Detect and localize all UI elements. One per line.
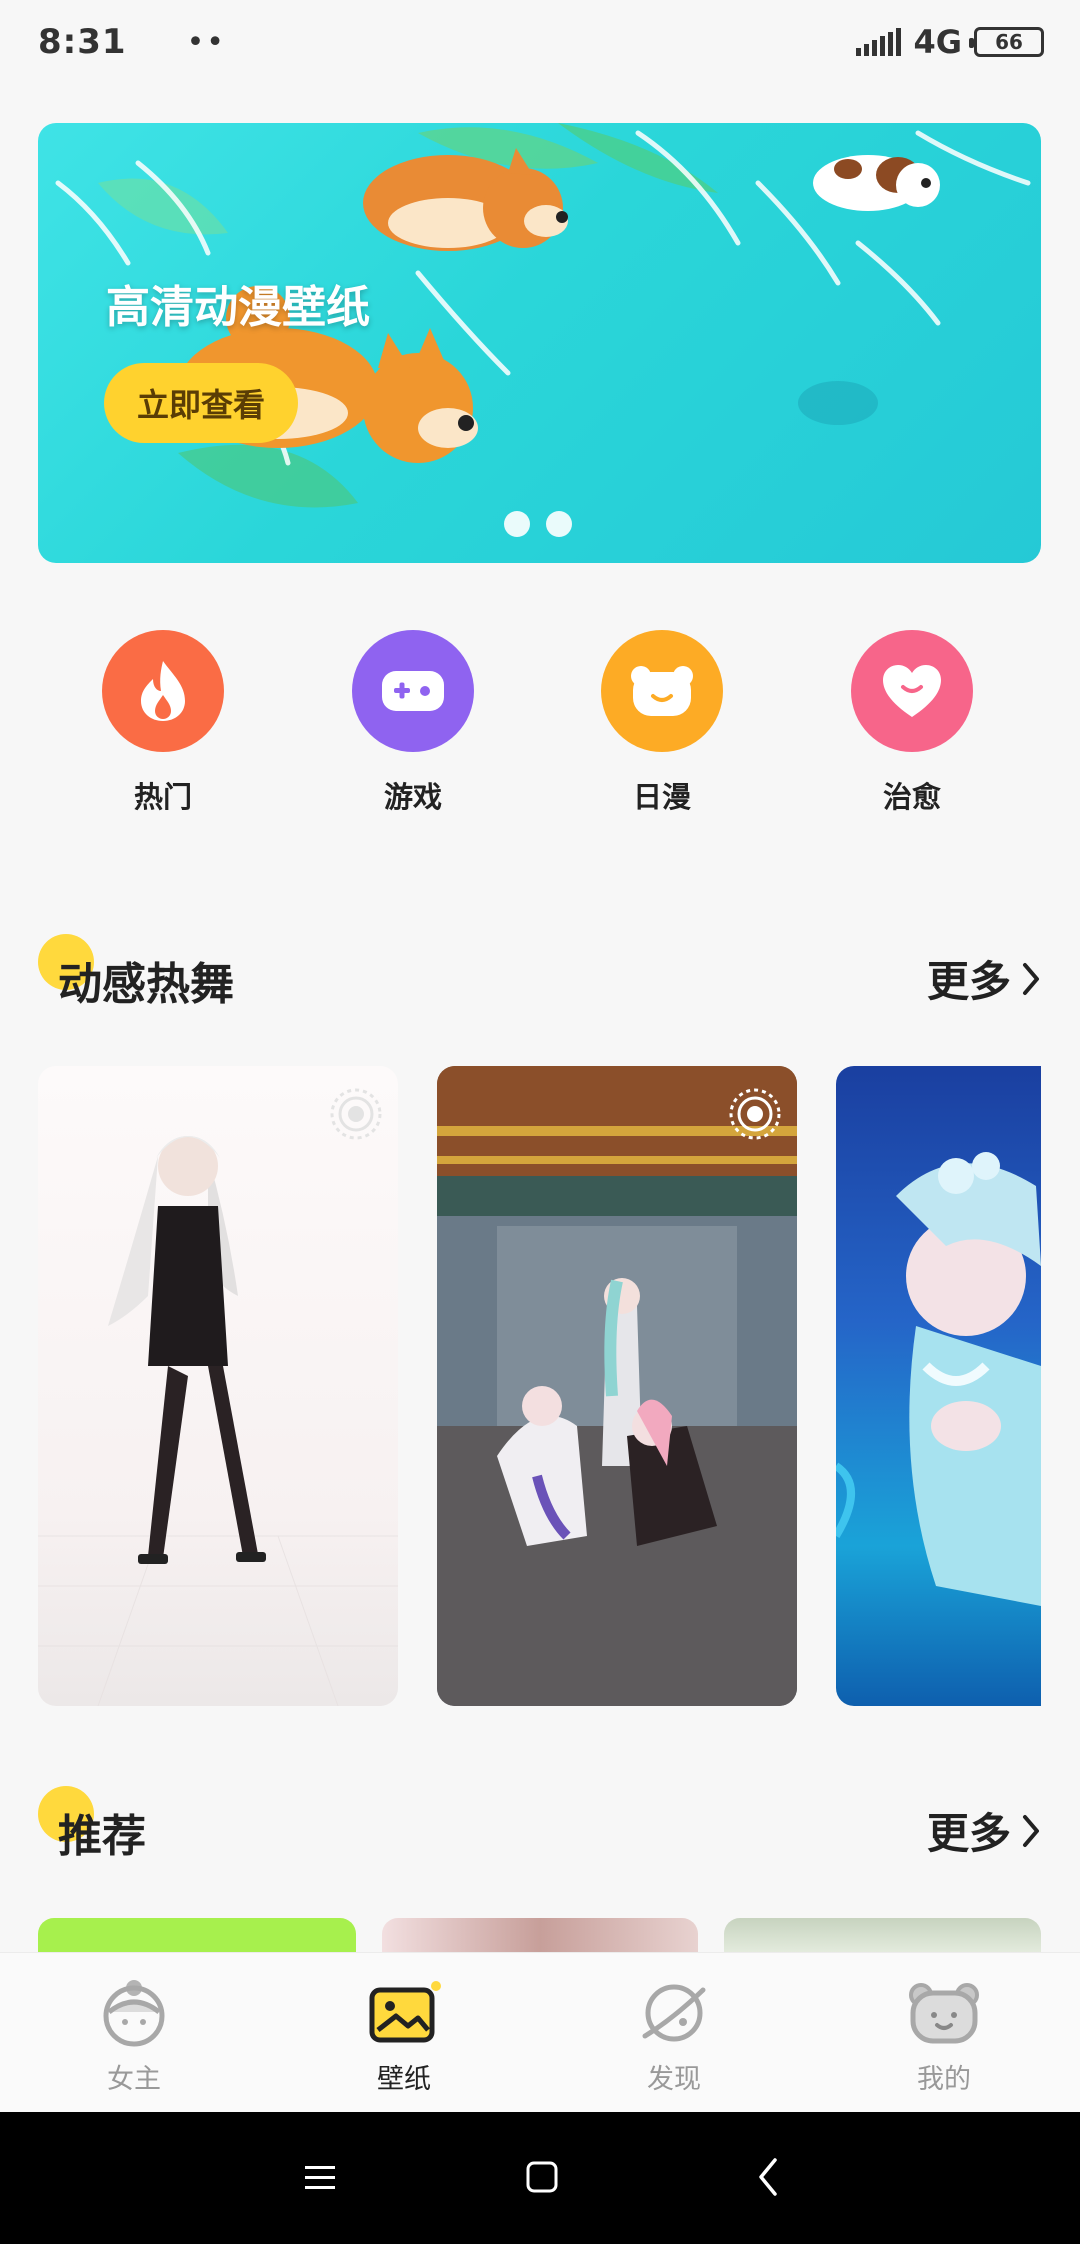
girl-face-icon	[44, 1975, 224, 2051]
section-title: 推荐	[58, 1811, 146, 1862]
recommend-more-button[interactable]: 更多	[927, 1800, 1041, 1861]
gamepad-icon	[352, 630, 474, 752]
tab-wallpaper[interactable]: 壁纸	[314, 1975, 494, 2096]
battery-icon: 66	[969, 27, 1044, 57]
tab-mine[interactable]: 我的	[854, 1975, 1034, 2096]
dance-card-image	[437, 1066, 797, 1706]
network-type: 4G	[913, 23, 962, 61]
view-now-button[interactable]: 立即查看	[104, 363, 298, 443]
bottom-tab-bar: 女主 壁纸 发现 我的	[0, 1952, 1080, 2112]
notification-dots: ••	[186, 24, 226, 60]
category-games[interactable]: 游戏	[323, 630, 503, 816]
home-icon[interactable]	[525, 2152, 559, 2202]
promo-banner[interactable]: 高清动漫壁纸 立即查看	[38, 123, 1041, 563]
category-anime[interactable]: 日漫	[572, 630, 752, 816]
battery-level: 66	[995, 30, 1023, 54]
more-label: 更多	[926, 957, 1011, 1006]
tab-label: 壁纸	[377, 2064, 431, 2095]
more-label: 更多	[926, 1809, 1011, 1858]
pagination-dot[interactable]	[504, 511, 530, 537]
status-right: 4G 66	[856, 23, 1044, 61]
bear-icon	[601, 630, 723, 752]
category-hot[interactable]: 热门	[73, 630, 253, 816]
dance-more-button[interactable]: 更多	[927, 948, 1041, 1009]
chevron-right-icon	[1023, 962, 1039, 995]
tab-label: 发现	[647, 2064, 701, 2095]
menu-icon[interactable]	[303, 2152, 337, 2202]
live-wallpaper-icon	[729, 1088, 781, 1140]
category-label: 热门	[133, 780, 192, 814]
dance-card[interactable]	[38, 1066, 398, 1706]
status-time: 8:31	[38, 22, 127, 62]
section-title: 动感热舞	[58, 959, 234, 1010]
banner-title: 高清动漫壁纸	[106, 282, 370, 333]
signal-icon	[856, 28, 902, 56]
heart-icon	[851, 630, 973, 752]
tab-label: 我的	[917, 2064, 971, 2095]
category-label: 游戏	[383, 780, 442, 814]
flame-icon	[102, 630, 224, 752]
banner-artwork	[55, 123, 1031, 508]
tab-heroine[interactable]: 女主	[44, 1975, 224, 2096]
bear-face-icon	[854, 1975, 1034, 2051]
category-row: 热门 游戏 日漫 治愈	[0, 630, 1080, 830]
chevron-right-icon	[1023, 1814, 1039, 1847]
status-left: 8:31 ••	[38, 22, 226, 62]
wallpaper-icon	[314, 1975, 494, 2051]
dance-card-image	[836, 1152, 1041, 1606]
system-navigation-bar	[0, 2112, 1080, 2244]
category-healing[interactable]: 治愈	[822, 630, 1002, 816]
live-wallpaper-icon	[330, 1088, 382, 1140]
category-label: 治愈	[882, 780, 941, 814]
dance-card[interactable]	[437, 1066, 797, 1706]
planet-icon	[584, 1975, 764, 2051]
tab-label: 女主	[107, 2064, 161, 2095]
recommend-section-header: 推荐 更多	[38, 1786, 1041, 1866]
dance-card-image	[38, 1136, 398, 1706]
banner-pagination[interactable]	[504, 511, 572, 537]
back-icon[interactable]	[755, 2152, 785, 2202]
tab-discover[interactable]: 发现	[584, 1975, 764, 2096]
dance-card[interactable]	[836, 1066, 1041, 1706]
dance-section-header: 动感热舞 更多	[38, 934, 1041, 1014]
category-label: 日漫	[632, 780, 691, 814]
pagination-dot[interactable]	[546, 511, 572, 537]
status-bar: 8:31 •• 4G 66	[0, 0, 1080, 84]
